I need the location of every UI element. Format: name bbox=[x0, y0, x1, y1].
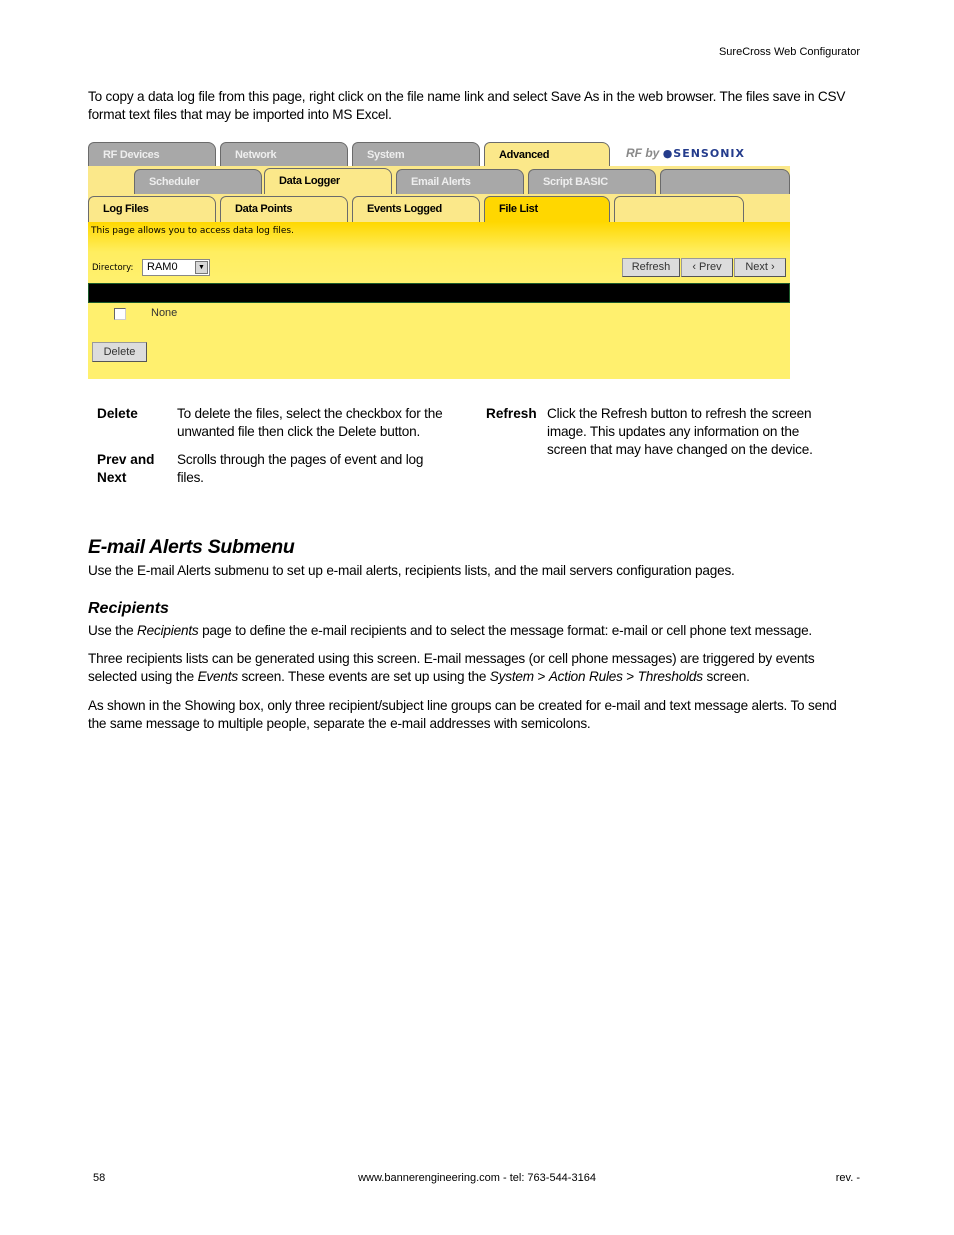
definition-desc-refresh: Click the Refresh button to refresh the … bbox=[547, 406, 813, 457]
tab-system[interactable]: System bbox=[352, 142, 480, 166]
emphasis: Action Rules bbox=[548, 669, 623, 684]
main-tab-row: RF Devices Network System Advanced RF by… bbox=[88, 140, 790, 166]
directory-label: Directory: bbox=[92, 263, 134, 273]
recipients-paragraph-3: As shown in the Showing box, only three … bbox=[88, 698, 837, 731]
emphasis: Events bbox=[197, 669, 239, 684]
sensonix-logo: RF by ●SENSONIX bbox=[626, 146, 745, 160]
page-description: This page allows you to access data log … bbox=[91, 226, 294, 236]
footer-revision: rev. - bbox=[835, 1172, 860, 1184]
next-button[interactable]: Next › bbox=[734, 258, 786, 277]
text: Use the bbox=[88, 623, 138, 638]
file-list-screenshot: RF Devices Network System Advanced RF by… bbox=[88, 140, 790, 379]
text: > bbox=[533, 669, 549, 684]
text: page to define the e-mail recipients and… bbox=[198, 623, 813, 638]
definition-desc-delete: To delete the files, select the checkbox… bbox=[177, 406, 443, 439]
tab-empty-2[interactable] bbox=[614, 196, 744, 222]
tab-scheduler[interactable]: Scheduler bbox=[134, 169, 262, 194]
tab-rf-devices[interactable]: RF Devices bbox=[88, 142, 216, 166]
tab-script-basic[interactable]: Script BASIC bbox=[528, 169, 656, 194]
footer-contact: www.bannerengineering.com - tel: 763-544… bbox=[358, 1172, 596, 1184]
subsection-title: Recipients bbox=[88, 600, 169, 617]
directory-select[interactable]: RAM0 ▼ bbox=[142, 259, 210, 276]
emphasis: System bbox=[489, 669, 534, 684]
text: screen. bbox=[702, 669, 750, 684]
document-header-title: SureCross Web Configurator bbox=[718, 46, 860, 58]
recipients-paragraph-2: Three recipients lists can be generated … bbox=[88, 650, 858, 686]
definition-term-prev-next: Prev and Next bbox=[97, 452, 155, 485]
tab-empty[interactable] bbox=[660, 169, 790, 194]
definition-desc-prev-next: Scrolls through the pages of event and l… bbox=[177, 452, 424, 485]
logo-prefix: RF by bbox=[626, 146, 660, 160]
tab-email-alerts[interactable]: Email Alerts bbox=[396, 169, 524, 194]
intro-paragraph: To copy a data log file from this page, … bbox=[88, 89, 846, 122]
prev-button[interactable]: ‹ Prev bbox=[681, 258, 733, 277]
section-title: E-mail Alerts Submenu bbox=[88, 536, 295, 558]
page-tab-row: Log Files Data Points Events Logged File… bbox=[88, 194, 790, 222]
file-checkbox[interactable] bbox=[114, 308, 126, 320]
file-list-header-bar bbox=[88, 283, 790, 303]
definition-term-delete: Delete bbox=[97, 406, 138, 421]
directory-value: RAM0 bbox=[147, 261, 178, 273]
sub-tab-row: Scheduler Data Logger Email Alerts Scrip… bbox=[88, 166, 790, 194]
section-intro: Use the E-mail Alerts submenu to set up … bbox=[88, 563, 735, 578]
emphasis: Thresholds bbox=[637, 669, 703, 684]
tab-advanced[interactable]: Advanced bbox=[484, 142, 610, 166]
text: screen. These events are set up using th… bbox=[237, 669, 490, 684]
emphasis: Recipients bbox=[137, 623, 199, 638]
tab-network[interactable]: Network bbox=[220, 142, 348, 166]
delete-button[interactable]: Delete bbox=[92, 342, 147, 362]
definition-term-refresh: Refresh bbox=[486, 406, 537, 421]
tab-events-logged[interactable]: Events Logged bbox=[352, 196, 480, 222]
logo-brand: ●SENSONIX bbox=[662, 147, 745, 160]
tab-data-points[interactable]: Data Points bbox=[220, 196, 348, 222]
text: > bbox=[622, 669, 638, 684]
file-list-content: This page allows you to access data log … bbox=[88, 222, 790, 379]
recipients-paragraph-1: Use the Recipients page to define the e-… bbox=[88, 622, 858, 640]
tab-data-logger[interactable]: Data Logger bbox=[264, 168, 392, 194]
refresh-button[interactable]: Refresh bbox=[622, 258, 680, 277]
file-name[interactable]: None bbox=[151, 307, 177, 319]
tab-log-files[interactable]: Log Files bbox=[88, 196, 216, 222]
tab-file-list[interactable]: File List bbox=[484, 196, 610, 222]
dropdown-arrow-icon[interactable]: ▼ bbox=[195, 261, 208, 274]
